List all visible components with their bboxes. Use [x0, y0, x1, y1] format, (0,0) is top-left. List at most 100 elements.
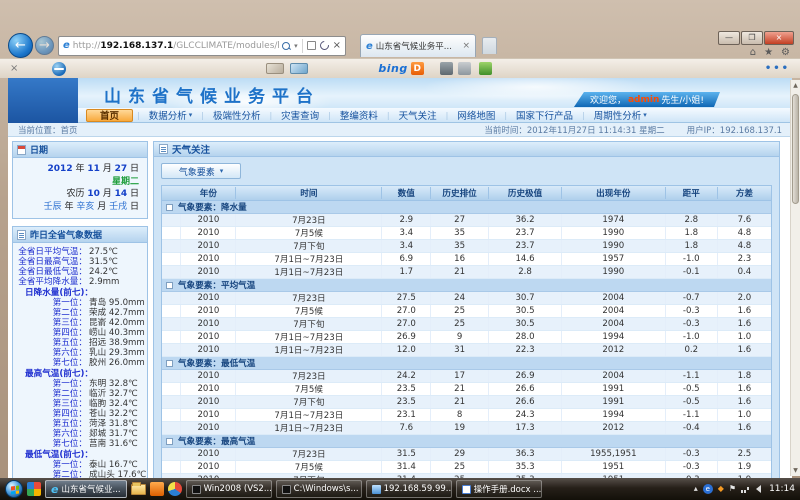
action-center-flag-icon[interactable]: ⚑: [729, 485, 736, 493]
stop-icon[interactable]: ×: [333, 41, 341, 51]
nav-item-3[interactable]: 灾害查询: [272, 108, 328, 122]
paw-addon-icon[interactable]: [458, 62, 471, 75]
header-left-block: [8, 78, 78, 123]
address-bar[interactable]: e http://192.168.137.1/GLCCLIMATE/module…: [58, 36, 346, 56]
app-icon: [192, 485, 201, 494]
nav-item-4[interactable]: 整编资料: [331, 108, 387, 122]
nav-item-8[interactable]: 周期性分析▾: [585, 108, 656, 122]
current-time-label: 当前时间：2012年11月27日 11:14:31 星期二: [484, 124, 664, 136]
search-dropdown-icon[interactable]: ▾: [294, 42, 298, 50]
taskbar-ie-window[interactable]: e 山东省气候业...: [45, 480, 127, 498]
security-tray-app-icon[interactable]: [27, 482, 41, 496]
browser-titlebar: — ❐ × ← → e http://192.168.137.1/GLCCLIM…: [0, 0, 800, 78]
bing-logo[interactable]: bing: [378, 62, 407, 75]
grid-cell: 35: [431, 227, 489, 239]
back-button[interactable]: ←: [8, 33, 33, 58]
start-button[interactable]: [5, 480, 23, 498]
rank-item: 第三位：昆嵛 42.0mm: [15, 318, 145, 328]
nav-item-7[interactable]: 国家下行产品: [507, 108, 582, 122]
compatibility-view-icon[interactable]: [307, 41, 316, 50]
taskbar-window-button[interactable]: 192.168.59.99...: [366, 480, 452, 498]
blocker-icon[interactable]: [52, 62, 66, 76]
scroll-up-icon[interactable]: ▲: [791, 80, 800, 91]
grid-cell: 12.0: [382, 344, 431, 356]
grid-group-label: 气象要素：降水量: [178, 201, 247, 213]
grid-cell: 0.2: [666, 344, 718, 356]
nav-item-5[interactable]: 天气关注: [390, 108, 446, 122]
element-selector-button[interactable]: 气象要素▾: [161, 163, 241, 179]
settings-gear-icon[interactable]: ⚙: [781, 47, 790, 58]
alert-tray-icon[interactable]: ◆: [718, 485, 724, 493]
grid-cell: 1.7: [382, 266, 431, 278]
refresh-icon[interactable]: [318, 39, 331, 52]
close-button[interactable]: ×: [764, 31, 794, 45]
nav-item-2[interactable]: 极端性分析: [204, 108, 270, 122]
grid-cell: 7月23日: [236, 214, 382, 226]
url-text[interactable]: http://192.168.137.1/GLCCLIMATE/modules/…: [73, 41, 279, 51]
scrollbar-thumb[interactable]: [792, 94, 799, 204]
maximize-button[interactable]: ❐: [741, 31, 763, 45]
explorer-icon[interactable]: [131, 484, 146, 495]
nav-item-6[interactable]: 网络地图: [448, 108, 504, 122]
grid-cell: 28.0: [489, 331, 562, 343]
table-row: 20107月下旬27.02530.52004-0.31.6: [162, 318, 771, 331]
taskbar-window-button[interactable]: Win2008 (VS2...: [186, 480, 272, 498]
taskbar-clock[interactable]: 11:14: [769, 484, 795, 494]
table-row: 20107月5候31.42535.31951-0.31.9: [162, 461, 771, 474]
toolbar-close-icon[interactable]: ×: [10, 63, 18, 74]
divider: [302, 39, 303, 53]
stat-line: 全省平均降水量：2.9mm: [15, 277, 145, 287]
camera-addon-icon[interactable]: [440, 62, 453, 75]
group-checkbox[interactable]: [166, 204, 173, 211]
report-icon: [17, 230, 26, 240]
tab-close-icon[interactable]: ×: [462, 41, 470, 51]
more-options-icon[interactable]: •••: [765, 63, 790, 74]
search-icon[interactable]: [282, 42, 290, 50]
mail-icon[interactable]: [290, 63, 308, 74]
minimize-button[interactable]: —: [718, 31, 740, 45]
chevron-down-icon: ▾: [220, 167, 224, 175]
table-row: 20101月1日~7月23日1.7212.81990-0.10.4: [162, 266, 771, 279]
grid-cell: -1.1: [666, 370, 718, 382]
content-area: 日期 2012 年 11 月 27 日 星期二 农历 10 月 14 日 壬辰 …: [8, 137, 792, 500]
new-tab-button[interactable]: [482, 37, 497, 54]
taskbar-window-button[interactable]: 操作手册.docx ...: [456, 480, 542, 498]
browser-app-icon[interactable]: [168, 482, 182, 496]
nav-item-0[interactable]: 首页: [86, 109, 133, 122]
forward-button[interactable]: →: [35, 36, 54, 55]
grid-cell: 1951: [562, 461, 666, 473]
grid-cell: 26.6: [489, 396, 562, 408]
grid-cell: 1.6: [718, 422, 771, 434]
group-checkbox[interactable]: [166, 360, 173, 367]
volume-icon[interactable]: [756, 485, 761, 493]
chevron-down-icon: ▾: [643, 111, 647, 119]
grid-group-row: 气象要素：最高气温: [162, 435, 771, 448]
network-icon[interactable]: [741, 485, 751, 493]
taskbar-window-button[interactable]: C:\Windows\s...: [276, 480, 362, 498]
rank-item: 第七位：胶州 26.0mm: [15, 358, 145, 368]
grid-header-cell: 历史排位: [431, 187, 489, 199]
browser-tab[interactable]: e 山东省气候业务平... ×: [360, 34, 476, 57]
vertical-scrollbar[interactable]: ▲ ▼: [790, 80, 800, 476]
hidden-icons-arrow[interactable]: ▴: [694, 485, 698, 493]
pinned-app-icon[interactable]: [150, 482, 164, 496]
card-icon[interactable]: [266, 63, 284, 74]
group-checkbox[interactable]: [166, 438, 173, 445]
favorites-star-icon[interactable]: ★: [764, 47, 773, 58]
grid-group-row: 气象要素：最低气温: [162, 357, 771, 370]
grid-cell: 1991: [562, 396, 666, 408]
rank-list-title: 最高气温(前七)：: [15, 369, 145, 379]
group-checkbox[interactable]: [166, 282, 173, 289]
globe-addon-icon[interactable]: [479, 62, 492, 75]
d-addon-icon[interactable]: D: [411, 62, 424, 75]
nav-item-1[interactable]: 数据分析▾: [140, 108, 202, 122]
grid-cell: 1.6: [718, 305, 771, 317]
calendar-panel-title: 日期: [30, 143, 48, 156]
grid-cell: 1.6: [718, 396, 771, 408]
scroll-down-icon[interactable]: ▼: [791, 465, 800, 476]
update-tray-icon[interactable]: e: [703, 484, 713, 494]
grid-cell: 7月下旬: [236, 240, 382, 252]
grid-cell: 23.7: [489, 227, 562, 239]
table-row: 20107月5候23.52126.61991-0.51.6: [162, 383, 771, 396]
home-icon[interactable]: ⌂: [750, 47, 756, 58]
